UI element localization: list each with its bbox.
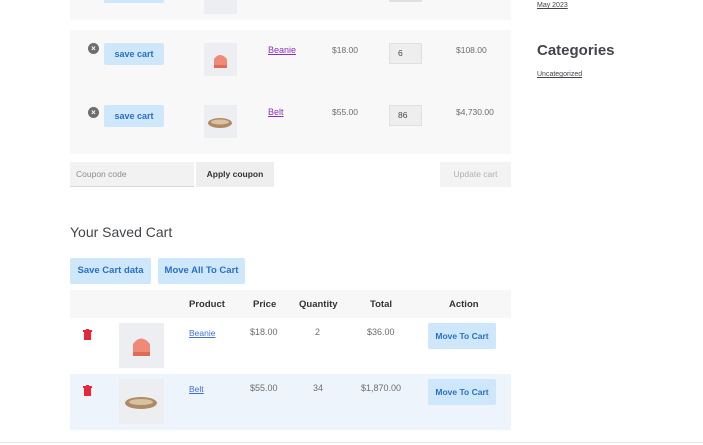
product-total: $36.00 <box>367 327 395 337</box>
coupon-input[interactable]: Coupon code <box>70 162 194 187</box>
belt-image <box>125 397 157 409</box>
quantity-input[interactable]: 6 <box>389 43 422 64</box>
page-divider <box>0 442 703 443</box>
page: × save cart Beanie $18.00 6 $108.00 × sa… <box>0 0 703 445</box>
quantity-input[interactable]: 86 <box>389 105 422 126</box>
categories-heading: Categories <box>537 42 615 59</box>
column-quantity: Quantity <box>299 299 338 310</box>
product-link[interactable]: Belt <box>189 384 204 394</box>
move-to-cart-button[interactable]: Move To Cart <box>428 379 496 405</box>
saved-cart-heading: Your Saved Cart <box>70 224 173 240</box>
table-row: Belt $55.00 34 $1,870.00 Move To Cart <box>70 374 511 430</box>
product-price: $55.00 <box>332 107 358 117</box>
cart-row: × save cart Belt $55.00 86 $4,730.00 <box>70 92 511 154</box>
move-to-cart-button[interactable]: Move To Cart <box>428 323 496 349</box>
product-price: $18.00 <box>332 45 358 55</box>
archive-link[interactable]: May 2023 <box>537 2 568 9</box>
trash-icon[interactable] <box>83 385 92 396</box>
product-price: $55.00 <box>250 383 278 393</box>
belt-image <box>208 118 232 128</box>
column-price: Price <box>253 299 277 310</box>
cart-row: × save cart Beanie $18.00 6 $108.00 <box>70 30 511 92</box>
beanie-image <box>214 55 227 68</box>
partial-save-button[interactable] <box>104 0 164 3</box>
product-thumbnail[interactable] <box>119 323 164 368</box>
remove-icon[interactable]: × <box>88 107 99 118</box>
product-quantity: 34 <box>313 383 324 393</box>
category-link[interactable]: Uncategorized <box>537 71 582 78</box>
remove-icon[interactable]: × <box>88 43 99 54</box>
product-link[interactable]: Belt <box>268 107 284 117</box>
table-row: Beanie $18.00 2 $36.00 Move To Cart <box>70 318 511 374</box>
column-action: Action <box>449 299 479 310</box>
product-link[interactable]: Beanie <box>268 45 296 55</box>
product-thumbnail[interactable] <box>119 379 164 424</box>
trash-icon[interactable] <box>83 329 92 340</box>
save-cart-button[interactable]: save cart <box>104 105 164 127</box>
cart-row-partial <box>70 0 511 20</box>
beanie-image <box>133 338 150 356</box>
apply-coupon-button[interactable]: Apply coupon <box>196 162 274 187</box>
table-header: Product Price Quantity Total Action <box>70 290 511 318</box>
product-subtotal: $108.00 <box>456 45 487 55</box>
save-cart-data-button[interactable]: Save Cart data <box>70 258 151 284</box>
product-thumbnail[interactable] <box>204 43 237 76</box>
save-cart-button[interactable]: save cart <box>104 43 164 65</box>
partial-thumbnail <box>204 0 237 14</box>
product-link[interactable]: Beanie <box>189 328 215 338</box>
product-quantity: 2 <box>315 327 321 337</box>
update-cart-button[interactable]: Update cart <box>440 162 511 187</box>
column-product: Product <box>189 299 225 310</box>
partial-qty-box[interactable] <box>389 0 422 2</box>
move-all-to-cart-button[interactable]: Move All To Cart <box>158 258 245 284</box>
product-total: $1,870.00 <box>361 383 402 393</box>
product-price: $18.00 <box>250 327 278 337</box>
column-total: Total <box>370 299 392 310</box>
product-thumbnail[interactable] <box>204 105 237 138</box>
product-subtotal: $4,730.00 <box>456 107 494 117</box>
